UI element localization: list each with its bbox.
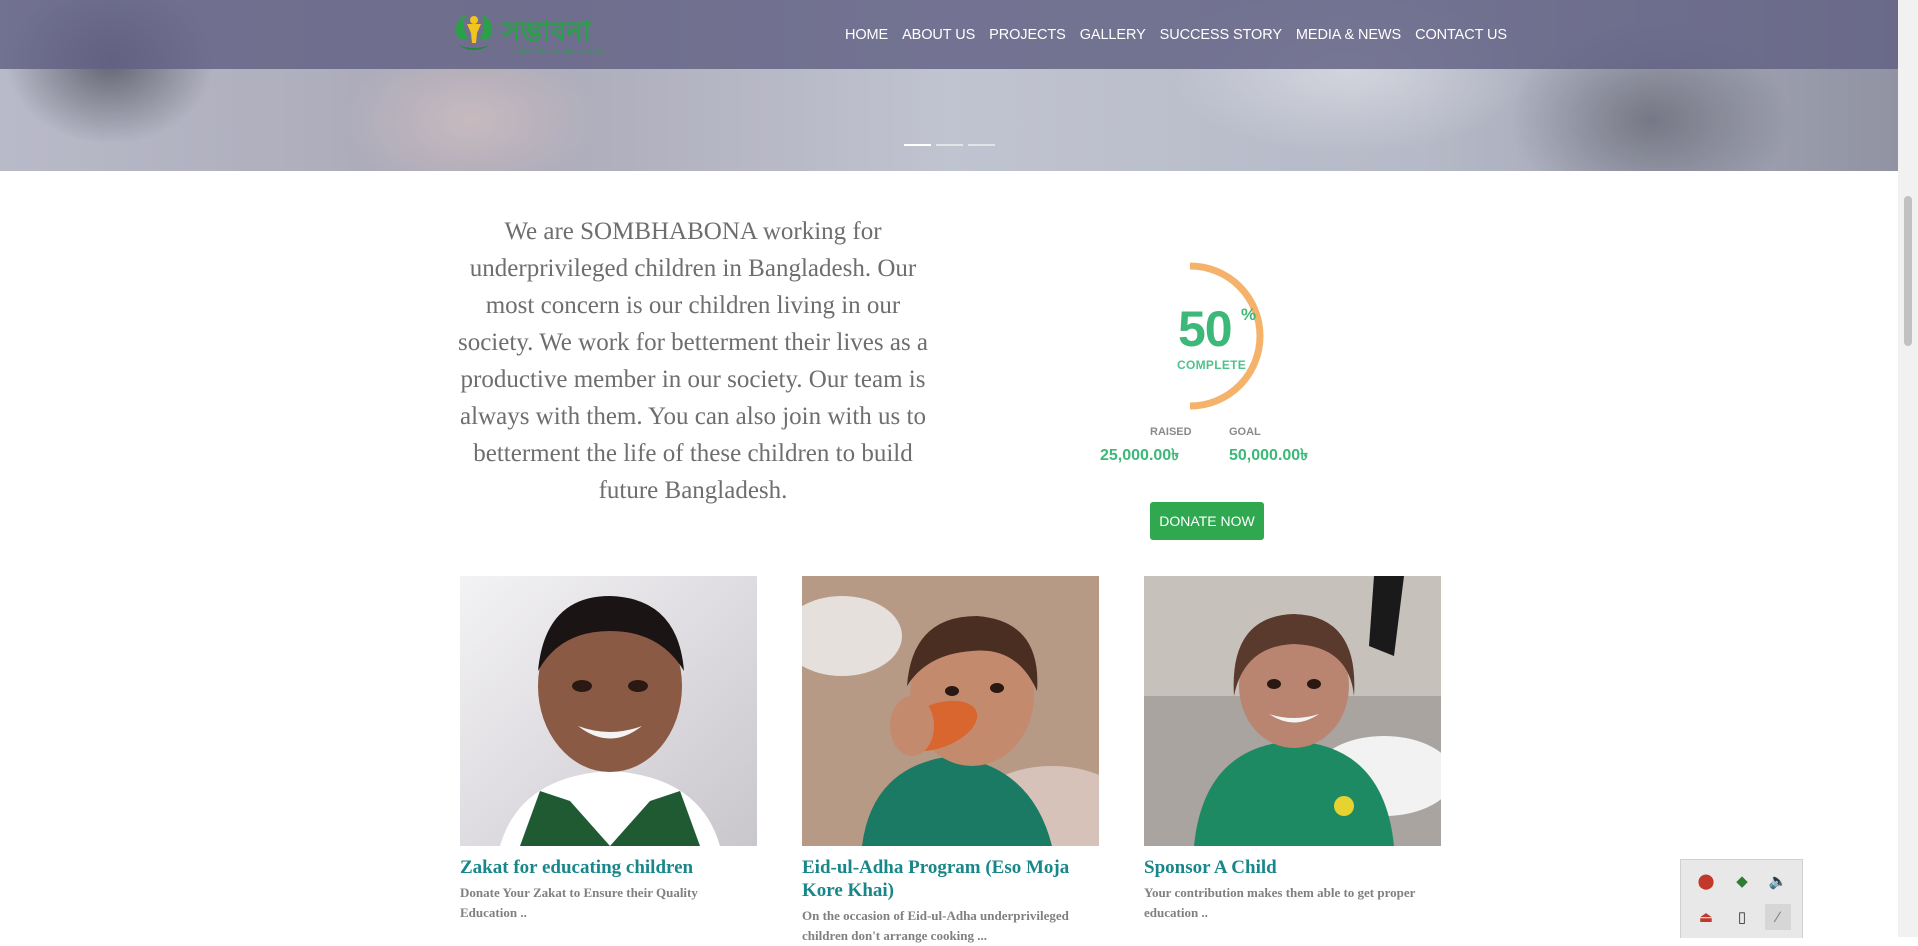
feather-icon[interactable]: ∕ bbox=[1765, 904, 1791, 930]
goal-value: 50,000.00৳ bbox=[1229, 447, 1309, 464]
raised-label: RAISED bbox=[1150, 426, 1192, 438]
nav-success-story[interactable]: SUCCESS STORY bbox=[1153, 27, 1289, 43]
project-card-zakat: Zakat for educating children Donate Your… bbox=[460, 576, 757, 923]
project-image-eid[interactable] bbox=[802, 576, 1099, 846]
project-card-eid: Eid-ul-Adha Program (Eso Moja Kore Khai)… bbox=[802, 576, 1099, 946]
shield-icon[interactable]: ◆ bbox=[1729, 868, 1755, 894]
slider-dot-1[interactable] bbox=[904, 144, 931, 146]
goal-label: GOAL bbox=[1229, 426, 1261, 438]
percent-sign: % bbox=[1241, 305, 1257, 324]
svg-text:সম্ভাবনা: সম্ভাবনা bbox=[501, 15, 592, 48]
nav-home[interactable]: HOME bbox=[838, 27, 895, 43]
child-photo bbox=[460, 576, 757, 846]
scrollbar-thumb[interactable] bbox=[1904, 196, 1912, 346]
child-smiling-photo bbox=[1144, 576, 1441, 846]
card-title[interactable]: Sponsor A Child bbox=[1144, 856, 1441, 879]
site-logo[interactable]: সম্ভাবনা বঞ্চিত শিশুদের আশার আলো bbox=[452, 11, 630, 57]
svg-text:বঞ্চিত শিশুদের আশার আলো: বঞ্চিত শিশুদের আশার আলো bbox=[511, 47, 607, 56]
complete-label: COMPLETE bbox=[1177, 358, 1247, 372]
speaker-icon[interactable]: 🔈 bbox=[1765, 868, 1791, 894]
page-scrollbar[interactable] bbox=[1898, 0, 1918, 937]
system-tray-popup: ⬤ ◆ 🔈 ⏏ ▯ ∕ bbox=[1680, 859, 1803, 938]
nav-about-us[interactable]: ABOUT US bbox=[895, 27, 982, 43]
intro-text: We are SOMBHABONA working for underprivi… bbox=[457, 218, 929, 504]
percent-value: 50 bbox=[1178, 301, 1233, 357]
nav-gallery[interactable]: GALLERY bbox=[1073, 27, 1153, 43]
slider-indicators bbox=[904, 144, 995, 146]
card-title[interactable]: Eid-ul-Adha Program (Eso Moja Kore Khai) bbox=[802, 856, 1099, 902]
child-eating-photo bbox=[802, 576, 1099, 846]
card-description: On the occasion of Eid-ul-Adha underpriv… bbox=[802, 908, 1069, 943]
card-description: Donate Your Zakat to Ensure their Qualit… bbox=[460, 885, 698, 920]
main-menu: HOME ABOUT US PROJECTS GALLERY SUCCESS S… bbox=[838, 27, 1514, 43]
project-image-sponsor[interactable] bbox=[1144, 576, 1441, 846]
top-navbar: সম্ভাবনা বঞ্চিত শিশুদের আশার আলো HOME AB… bbox=[0, 0, 1898, 69]
project-image-zakat[interactable] bbox=[460, 576, 757, 846]
donate-now-button[interactable]: DONATE NOW bbox=[1150, 502, 1264, 540]
usb-icon[interactable]: ⏏ bbox=[1693, 904, 1719, 930]
project-card-sponsor: Sponsor A Child Your contribution makes … bbox=[1144, 576, 1441, 923]
slider-dot-3[interactable] bbox=[968, 144, 995, 146]
nav-media-news[interactable]: MEDIA & NEWS bbox=[1289, 27, 1408, 43]
nav-contact-us[interactable]: CONTACT US bbox=[1408, 27, 1514, 43]
slider-dot-2[interactable] bbox=[936, 144, 963, 146]
logo-graphic: সম্ভাবনা বঞ্চিত শিশুদের আশার আলো bbox=[455, 15, 607, 56]
raised-value: 25,000.00৳ bbox=[1100, 447, 1180, 464]
card-title[interactable]: Zakat for educating children bbox=[460, 856, 757, 879]
phone-icon[interactable]: ▯ bbox=[1729, 904, 1755, 930]
card-description: Your contribution makes them able to get… bbox=[1144, 885, 1416, 920]
network-icon[interactable]: ⬤ bbox=[1693, 868, 1719, 894]
nav-projects[interactable]: PROJECTS bbox=[982, 27, 1073, 43]
